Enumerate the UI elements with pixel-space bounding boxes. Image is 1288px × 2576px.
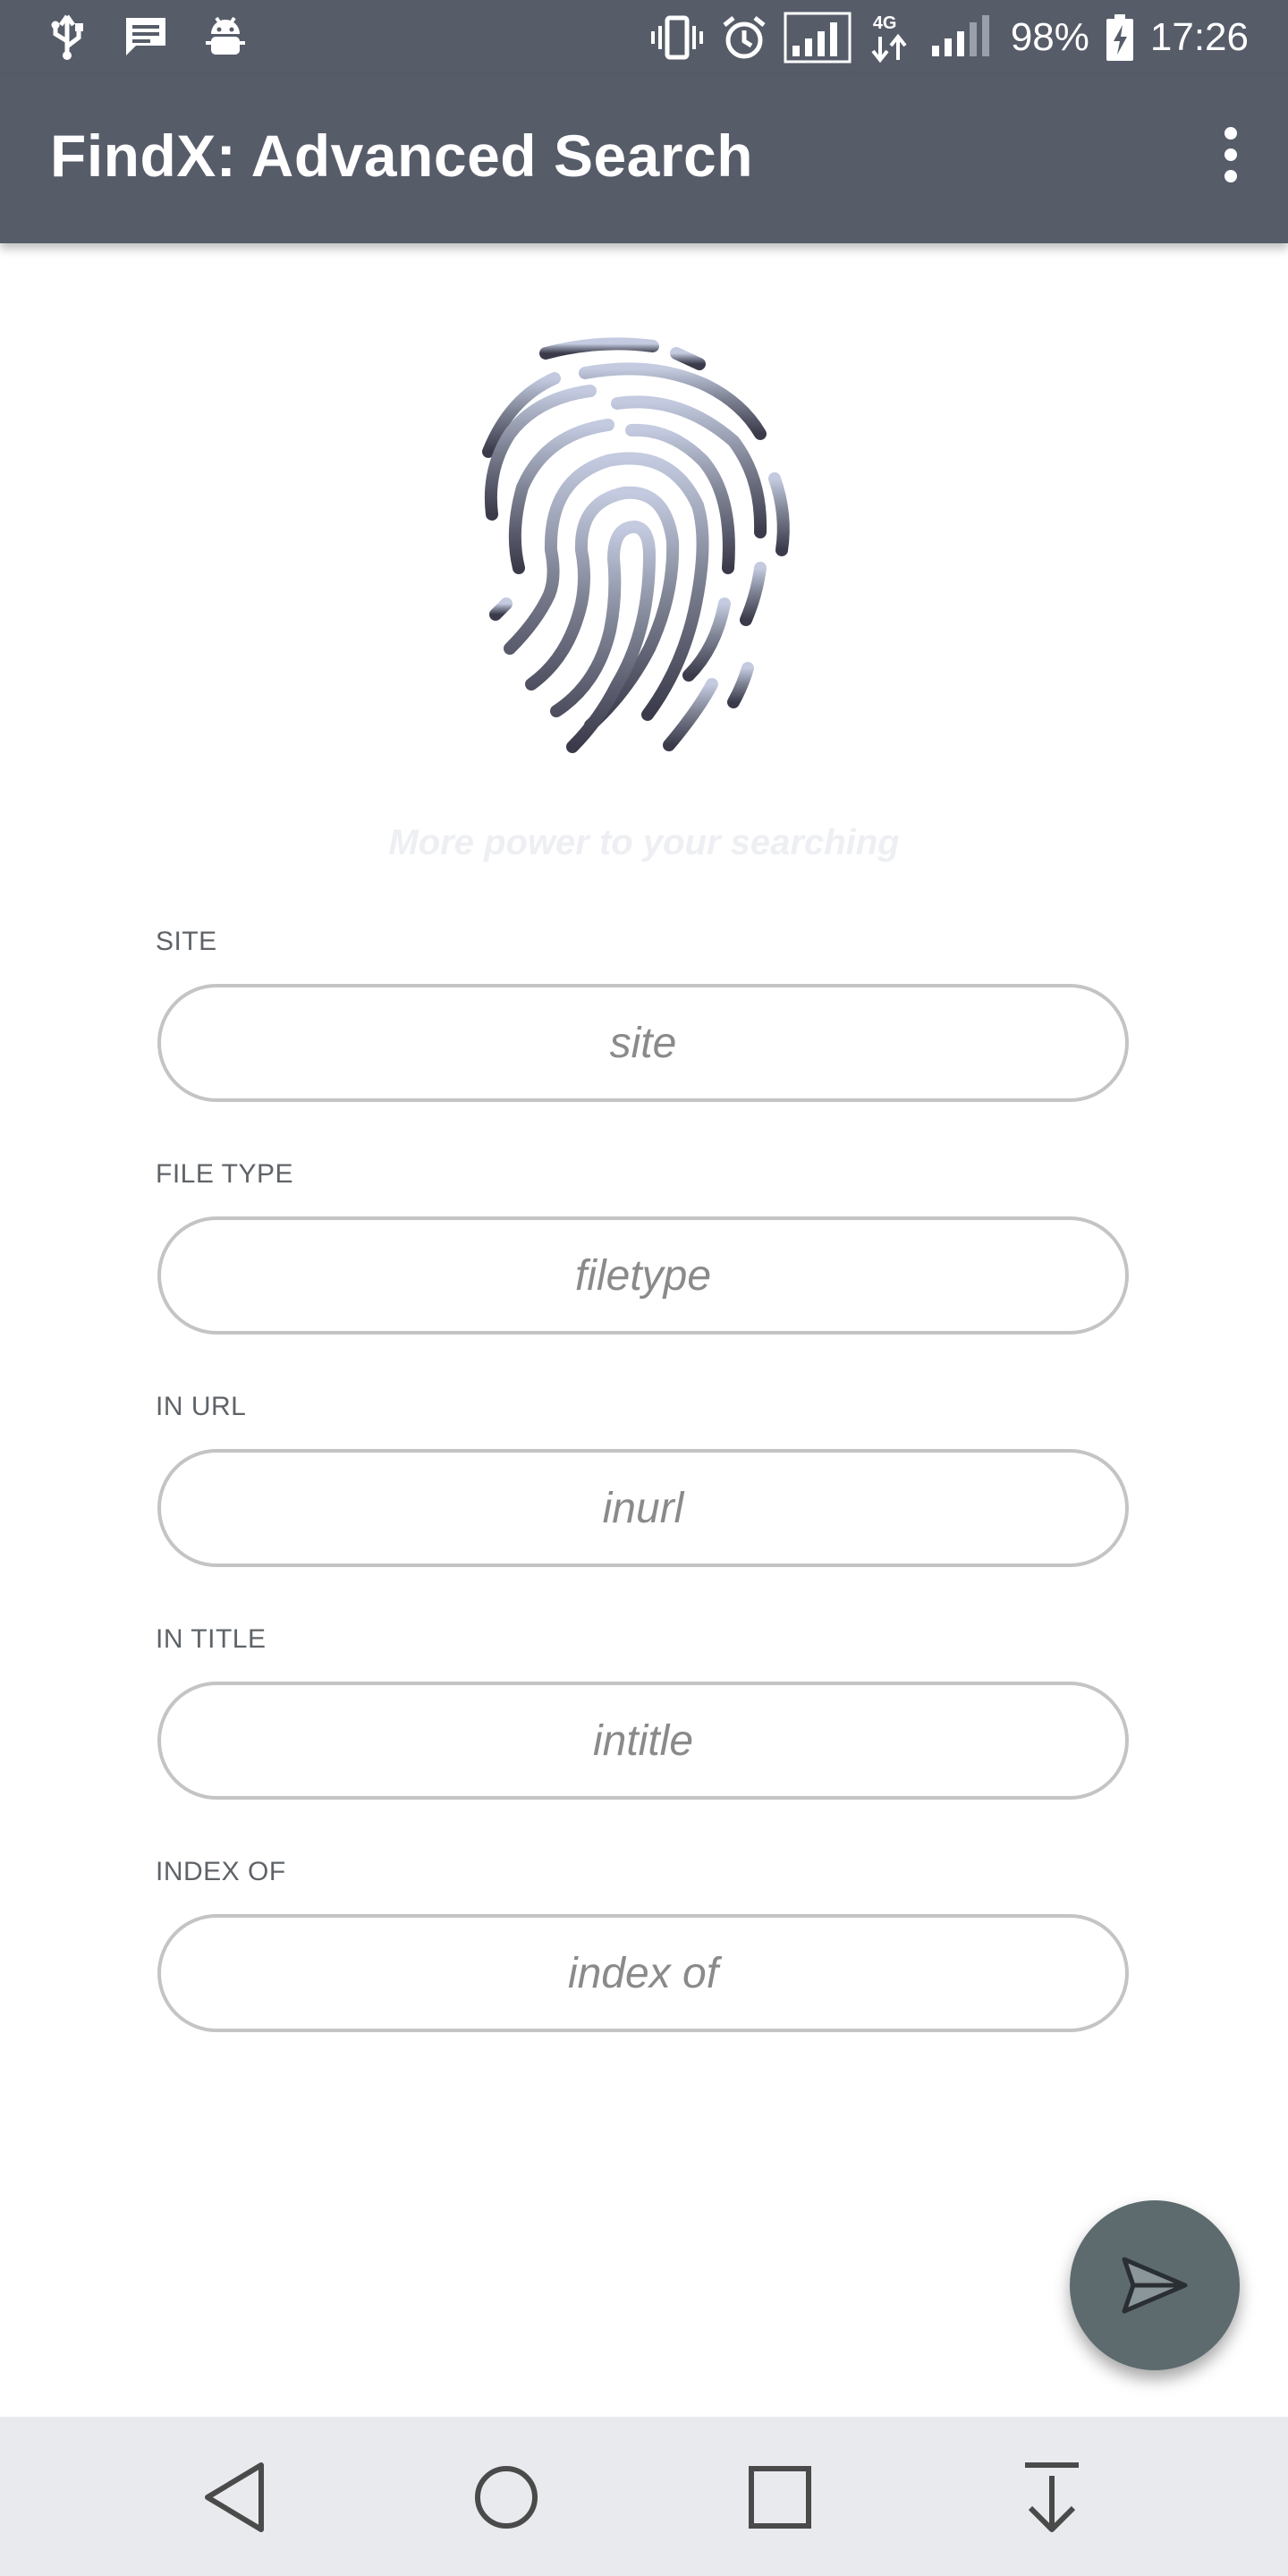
indexof-label: INDEX OF: [156, 1857, 286, 1886]
message-icon: [126, 18, 165, 55]
inurl-input[interactable]: [157, 1449, 1129, 1567]
alarm-icon: [723, 16, 766, 59]
vibrate-icon: [650, 15, 703, 60]
back-icon[interactable]: [190, 2453, 279, 2542]
battery-percent: 98%: [1010, 15, 1089, 59]
android-debug-icon: [206, 16, 245, 55]
clock-time: 17:26: [1149, 15, 1249, 59]
more-vert-icon[interactable]: [1213, 127, 1249, 190]
filetype-input[interactable]: [157, 1216, 1129, 1335]
send-icon: [1122, 2257, 1188, 2314]
filetype-label: FILE TYPE: [156, 1159, 294, 1189]
recents-icon[interactable]: [735, 2453, 825, 2542]
status-bar: 4G 98% 17:26: [0, 0, 1288, 75]
site-input[interactable]: [157, 984, 1129, 1102]
usb-icon: [51, 14, 83, 60]
indexof-input[interactable]: [157, 1914, 1129, 2032]
app-title: FindX: Advanced Search: [50, 123, 754, 189]
network-4g-icon: 4G: [868, 12, 911, 64]
inurl-label: IN URL: [156, 1392, 247, 1421]
status-right-icons: 4G 98% 17:26: [649, 0, 1249, 75]
status-left-icons: [47, 13, 247, 61]
app-bar: FindX: Advanced Search: [0, 75, 1288, 243]
signal-icon-2: [931, 15, 989, 56]
send-button[interactable]: [1070, 2200, 1240, 2370]
tagline: More power to your searching: [388, 823, 900, 862]
intitle-label: IN TITLE: [156, 1624, 267, 1654]
notification-pull-icon[interactable]: [1007, 2453, 1097, 2542]
fingerprint-icon: [482, 337, 790, 753]
site-label: SITE: [156, 927, 217, 956]
home-icon[interactable]: [462, 2453, 551, 2542]
navigation-bar: [0, 2417, 1288, 2576]
battery-icon: [1106, 14, 1133, 61]
intitle-input[interactable]: [157, 1682, 1129, 1800]
signal-icon: [784, 12, 852, 64]
